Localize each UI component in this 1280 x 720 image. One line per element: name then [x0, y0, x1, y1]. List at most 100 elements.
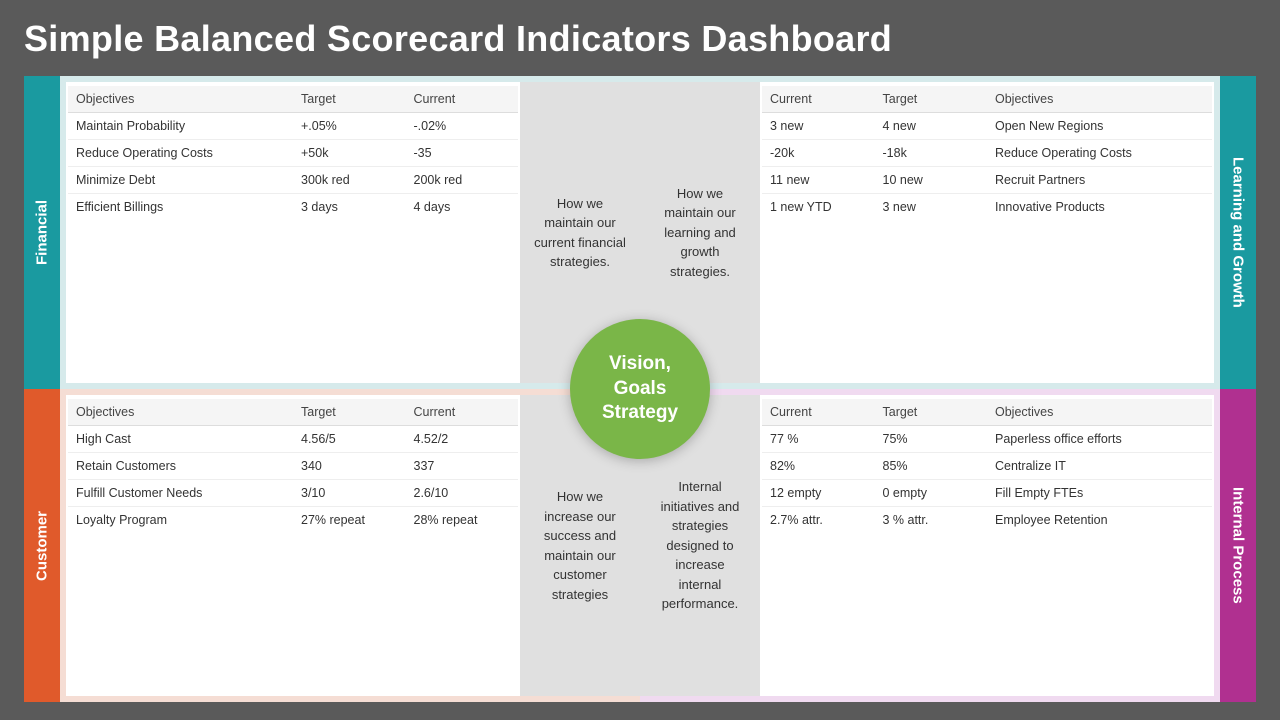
table-row: 82%85%Centralize IT [762, 453, 1212, 480]
page-title: Simple Balanced Scorecard Indicators Das… [24, 18, 1256, 60]
internal-content: Current Target Objectives 77 %75%Paperle… [640, 395, 1214, 696]
obj-cell: Open New Regions [987, 113, 1212, 140]
center-circle: Vision, Goals Strategy [570, 319, 710, 459]
table-row: High Cast4.56/54.52/2 [68, 426, 518, 453]
obj-cell: Recruit Partners [987, 167, 1212, 194]
current-cell: 11 new [762, 167, 875, 194]
current-cell: 12 empty [762, 480, 875, 507]
obj-cell: Reduce Operating Costs [987, 140, 1212, 167]
label-learning: Learning and Growth [1220, 76, 1256, 389]
obj-cell: Innovative Products [987, 194, 1212, 221]
customer-header-obj: Objectives [68, 399, 293, 426]
obj-cell: High Cast [68, 426, 293, 453]
learning-header-current: Current [762, 86, 875, 113]
table-row: Reduce Operating Costs+50k-35 [68, 140, 518, 167]
table-row: -20k-18kReduce Operating Costs [762, 140, 1212, 167]
current-cell: 200k red [406, 167, 519, 194]
quadrant-customer: Customer Objectives Target Current [24, 389, 640, 702]
current-cell: -20k [762, 140, 875, 167]
target-cell: +.05% [293, 113, 406, 140]
learning-header-obj: Objectives [987, 86, 1212, 113]
financial-inner: Objectives Target Current Maintain Proba… [66, 82, 640, 383]
customer-content: Objectives Target Current High Cast4.56/… [66, 395, 640, 696]
table-row: Fulfill Customer Needs3/102.6/10 [68, 480, 518, 507]
quadrant-internal: Current Target Objectives 77 %75%Paperle… [640, 389, 1256, 702]
financial-header-target: Target [293, 86, 406, 113]
main-grid: Financial Objectives Target Current [24, 76, 1256, 702]
obj-cell: Maintain Probability [68, 113, 293, 140]
customer-header-target: Target [293, 399, 406, 426]
customer-table: Objectives Target Current High Cast4.56/… [68, 399, 518, 533]
internal-table-wrap: Current Target Objectives 77 %75%Paperle… [760, 395, 1214, 696]
table-row: 2.7% attr.3 % attr.Employee Retention [762, 507, 1212, 534]
obj-cell: Employee Retention [987, 507, 1212, 534]
learning-content: Current Target Objectives 3 new4 newOpen… [640, 82, 1214, 383]
current-cell: 2.7% attr. [762, 507, 875, 534]
label-financial: Financial [24, 76, 60, 389]
current-cell: 82% [762, 453, 875, 480]
current-cell: 337 [406, 453, 519, 480]
table-row: 3 new4 newOpen New Regions [762, 113, 1212, 140]
target-cell: 75% [875, 426, 988, 453]
learning-table-wrap: Current Target Objectives 3 new4 newOpen… [760, 82, 1214, 383]
customer-inner: Objectives Target Current High Cast4.56/… [66, 395, 640, 696]
obj-cell: Retain Customers [68, 453, 293, 480]
target-cell: 3 days [293, 194, 406, 221]
table-row: Minimize Debt300k red200k red [68, 167, 518, 194]
financial-table-wrap: Objectives Target Current Maintain Proba… [66, 82, 520, 383]
target-cell: 3/10 [293, 480, 406, 507]
current-cell: 1 new YTD [762, 194, 875, 221]
obj-cell: Centralize IT [987, 453, 1212, 480]
obj-cell: Fill Empty FTEs [987, 480, 1212, 507]
current-cell: 3 new [762, 113, 875, 140]
target-cell: -18k [875, 140, 988, 167]
target-cell: 27% repeat [293, 507, 406, 534]
customer-table-wrap: Objectives Target Current High Cast4.56/… [66, 395, 520, 696]
quadrant-financial: Financial Objectives Target Current [24, 76, 640, 389]
current-cell: 2.6/10 [406, 480, 519, 507]
page: Simple Balanced Scorecard Indicators Das… [0, 0, 1280, 720]
current-cell: -.02% [406, 113, 519, 140]
table-row: Loyalty Program27% repeat28% repeat [68, 507, 518, 534]
target-cell: 4.56/5 [293, 426, 406, 453]
table-row: Efficient Billings3 days4 days [68, 194, 518, 221]
financial-header-obj: Objectives [68, 86, 293, 113]
target-cell: 300k red [293, 167, 406, 194]
obj-cell: Minimize Debt [68, 167, 293, 194]
internal-inner: Current Target Objectives 77 %75%Paperle… [640, 395, 1214, 696]
target-cell: 340 [293, 453, 406, 480]
obj-cell: Reduce Operating Costs [68, 140, 293, 167]
learning-table: Current Target Objectives 3 new4 newOpen… [762, 86, 1212, 220]
target-cell: 4 new [875, 113, 988, 140]
label-customer: Customer [24, 389, 60, 702]
current-cell: -35 [406, 140, 519, 167]
customer-header-current: Current [406, 399, 519, 426]
target-cell: +50k [293, 140, 406, 167]
current-cell: 77 % [762, 426, 875, 453]
current-cell: 4 days [406, 194, 519, 221]
quadrant-learning: Current Target Objectives 3 new4 newOpen… [640, 76, 1256, 389]
center-text: Vision, Goals Strategy [602, 352, 678, 426]
target-cell: 3 new [875, 194, 988, 221]
table-row: 77 %75%Paperless office efforts [762, 426, 1212, 453]
target-cell: 10 new [875, 167, 988, 194]
table-row: 12 empty0 emptyFill Empty FTEs [762, 480, 1212, 507]
table-row: 1 new YTD3 newInnovative Products [762, 194, 1212, 221]
financial-header-current: Current [406, 86, 519, 113]
target-cell: 3 % attr. [875, 507, 988, 534]
obj-cell: Efficient Billings [68, 194, 293, 221]
obj-cell: Loyalty Program [68, 507, 293, 534]
financial-table: Objectives Target Current Maintain Proba… [68, 86, 518, 220]
table-row: Retain Customers340337 [68, 453, 518, 480]
learning-header-target: Target [875, 86, 988, 113]
obj-cell: Fulfill Customer Needs [68, 480, 293, 507]
internal-table: Current Target Objectives 77 %75%Paperle… [762, 399, 1212, 533]
internal-header-target: Target [875, 399, 988, 426]
table-row: 11 new10 newRecruit Partners [762, 167, 1212, 194]
financial-content: Objectives Target Current Maintain Proba… [66, 82, 640, 383]
target-cell: 0 empty [875, 480, 988, 507]
target-cell: 85% [875, 453, 988, 480]
internal-header-current: Current [762, 399, 875, 426]
obj-cell: Paperless office efforts [987, 426, 1212, 453]
learning-inner: Current Target Objectives 3 new4 newOpen… [640, 82, 1214, 383]
